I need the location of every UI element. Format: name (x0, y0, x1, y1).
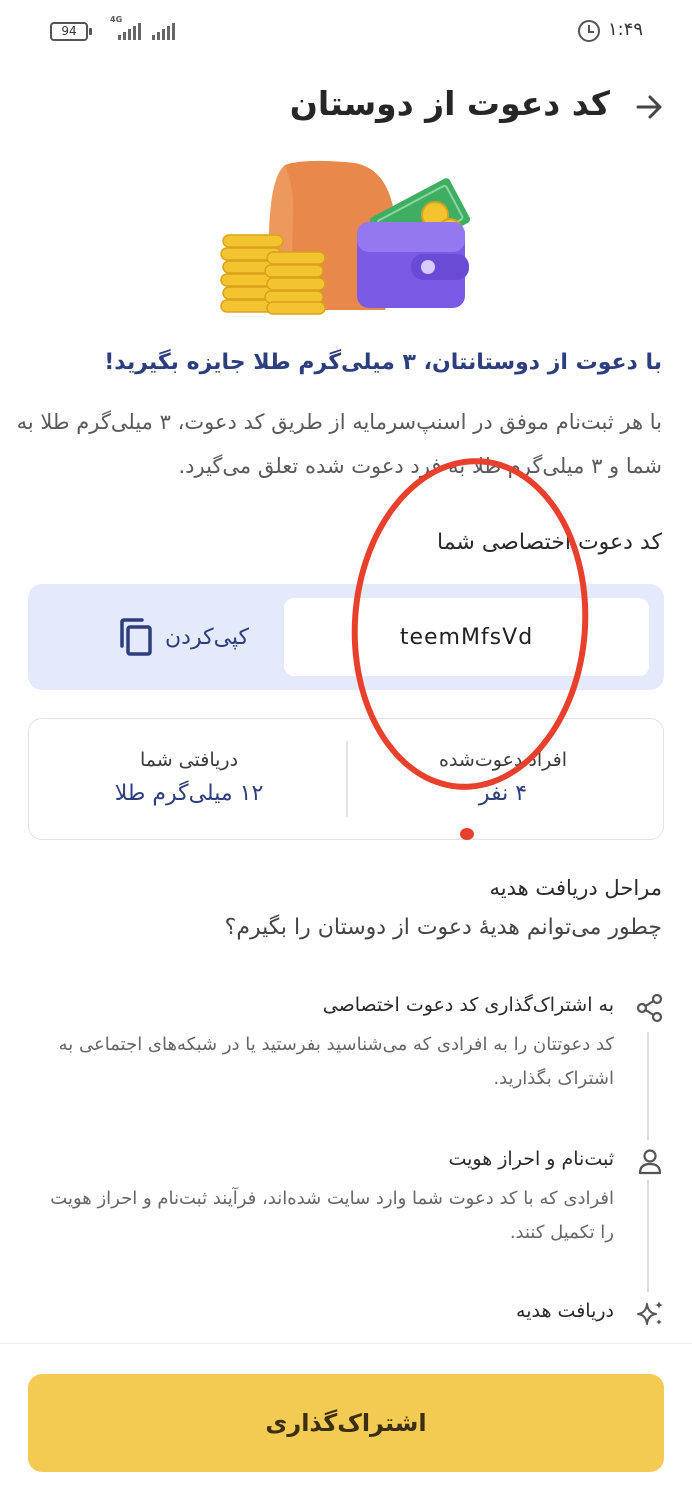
step-description: افرادی که با کد دعوت شما وارد سایت شده‌ا… (50, 1188, 614, 1243)
gold-wallet-illustration (220, 160, 471, 315)
step-title: به اشتراک‌گذاری کد دعوت اختصاصی (322, 994, 614, 1016)
step-title: دریافت هدیه (516, 1300, 614, 1322)
timeline-line (647, 1180, 649, 1292)
red-annotation-dot (460, 828, 474, 840)
steps-title: مراحل دریافت هدیه (489, 876, 662, 900)
invited-count-value: ۴ نفر (478, 781, 528, 806)
battery-indicator: 94 (50, 22, 92, 41)
invited-count-stat: افراد دعوت‌شده ۴ نفر (353, 749, 653, 806)
received-reward-label: دریافتی شما (139, 749, 239, 771)
step-description: کد دعوتتان را به افرادی که می‌شناسید بفر… (58, 1034, 614, 1089)
status-bar: 94 4G ۱:۴۹ (0, 0, 692, 62)
stats-divider (346, 741, 348, 817)
signal-icon (118, 22, 141, 40)
copy-button-label: کپی‌کردن (165, 624, 250, 650)
referral-stats-card: افراد دعوت‌شده ۴ نفر دریافتی شما ۱۲ میلی… (28, 718, 664, 840)
sparkle-icon (637, 1301, 663, 1325)
page-title: کد دعوت از دوستان (289, 84, 610, 123)
step-title: ثبت‌نام و احراز هویت (448, 1148, 614, 1170)
referral-code-field[interactable]: teemMfsVd (284, 598, 649, 676)
share-icon (636, 993, 663, 1023)
page-header: کد دعوت از دوستان (0, 78, 692, 140)
signal-icon (152, 22, 175, 40)
timeline-line (647, 1032, 649, 1140)
referral-code-box: teemMfsVd کپی‌کردن (28, 584, 664, 690)
received-reward-value: ۱۲ میلی‌گرم طلا (114, 781, 264, 806)
bottom-action-bar: اشتراک‌گذاری (0, 1343, 692, 1500)
received-reward-stat: دریافتی شما ۱۲ میلی‌گرم طلا (39, 749, 339, 806)
referral-code-label: کد دعوت اختصاصی شما (436, 530, 662, 555)
promo-description: با هر ثبت‌نام موفق در اسنپ‌سرمایه از طری… (16, 410, 662, 478)
copy-icon (120, 618, 152, 656)
copy-button[interactable]: کپی‌کردن (88, 608, 278, 666)
invited-count-label: افراد دعوت‌شده (439, 749, 567, 771)
steps-subtitle: چطور می‌توانم هدیهٔ دعوت از دوستان را بگ… (224, 915, 662, 940)
share-button[interactable]: اشتراک‌گذاری (28, 1374, 664, 1472)
back-arrow-icon[interactable] (632, 90, 666, 124)
status-time: ۱:۴۹ (608, 19, 644, 40)
alarm-icon (578, 20, 600, 42)
user-icon (638, 1149, 662, 1175)
promo-headline: با دعوت از دوستانتان، ۳ میلی‌گرم طلا جای… (104, 350, 662, 375)
